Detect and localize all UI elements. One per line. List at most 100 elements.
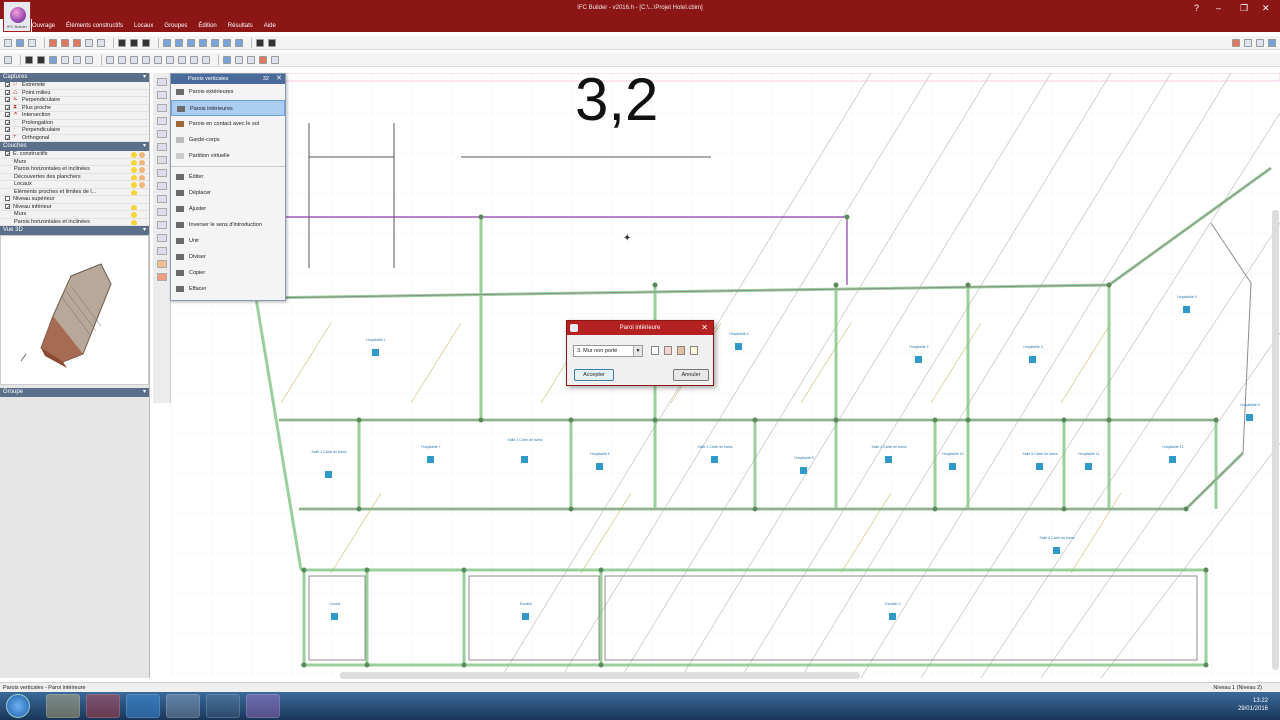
checkbox-icon[interactable]: ✓ xyxy=(5,119,11,126)
beam-tool-icon[interactable] xyxy=(156,169,167,177)
menu-item-exterior-walls[interactable]: Parois extérieures xyxy=(171,84,285,100)
info-icon[interactable] xyxy=(247,55,255,64)
maximize-icon[interactable]: ❐ xyxy=(1240,3,1248,13)
rotate-icon[interactable] xyxy=(130,55,138,64)
start-button[interactable] xyxy=(6,694,30,718)
menu-item-adjust[interactable]: Ajuster xyxy=(171,201,285,217)
visibility-icon[interactable] xyxy=(131,212,137,218)
grid-tool-icon[interactable] xyxy=(156,234,167,242)
heat-tool-icon[interactable] xyxy=(156,260,167,268)
new-document-icon[interactable] xyxy=(690,346,698,355)
column-tool-icon[interactable] xyxy=(156,182,167,190)
visibility-icon[interactable] xyxy=(131,182,137,188)
calculator-icon[interactable] xyxy=(126,694,160,718)
redo-icon[interactable] xyxy=(97,38,105,47)
capture-item[interactable]: ✓ □ Extrémité xyxy=(0,82,149,90)
pencil-icon[interactable] xyxy=(664,346,672,355)
cancel-button[interactable]: Annuler xyxy=(673,369,709,381)
menu-item-join[interactable]: Unir xyxy=(171,233,285,249)
explorer-icon[interactable] xyxy=(46,694,80,718)
visibility-icon[interactable] xyxy=(131,219,137,226)
zoom-in-icon[interactable] xyxy=(187,38,195,47)
checkbox-icon[interactable]: ✓ xyxy=(5,97,11,104)
visibility-icon[interactable] xyxy=(131,204,137,211)
wall-tool-icon[interactable] xyxy=(156,91,167,99)
line-icon[interactable] xyxy=(73,55,81,64)
snowflake-icon[interactable] xyxy=(206,694,240,718)
door-icon[interactable] xyxy=(61,55,69,64)
menu-item-ground-contact-walls[interactable]: Parois en contact avec le sol xyxy=(171,116,285,132)
window-icon[interactable] xyxy=(49,55,57,64)
print-icon[interactable] xyxy=(28,38,36,47)
check-icon[interactable] xyxy=(223,55,231,64)
view3d-viewport[interactable] xyxy=(0,235,149,385)
export-icon[interactable] xyxy=(1232,38,1240,47)
slab-icon[interactable] xyxy=(37,55,45,64)
menu-resultats[interactable]: Résultats xyxy=(228,23,253,29)
capture-item[interactable]: ✓ △ Point milieu xyxy=(0,89,149,97)
settings-icon[interactable] xyxy=(1244,38,1252,47)
layer-item[interactable]: Découvertes des planchers xyxy=(0,173,149,181)
capture-item[interactable]: ✓ ⊾ Perpendiculaire xyxy=(0,97,149,105)
layer-item[interactable]: Murs xyxy=(0,211,149,219)
pan-icon[interactable] xyxy=(223,38,231,47)
layer-item[interactable]: ✓ Niveau inférieur xyxy=(0,203,149,211)
save-icon[interactable] xyxy=(16,38,24,47)
menu-groupes[interactable]: Groupes xyxy=(164,23,187,29)
opening-tool-icon[interactable] xyxy=(156,117,167,125)
checkbox-icon[interactable]: ✓ xyxy=(5,134,11,141)
find-icon[interactable] xyxy=(268,38,276,47)
chevron-down-icon[interactable]: ▼ xyxy=(633,346,642,356)
slab-tool-icon[interactable] xyxy=(156,104,167,112)
menu-elements[interactable]: Éléments constructifs xyxy=(66,23,123,29)
menu-item-virtual-partition[interactable]: Partition virtuelle xyxy=(171,148,285,164)
drawing-canvas[interactable]: ✦ Hospitalité 1 Hospitalité 4 Hospitalité … xyxy=(171,73,1280,678)
open-icon[interactable] xyxy=(4,38,12,47)
checkbox-icon[interactable] xyxy=(5,196,10,202)
visibility-icon[interactable] xyxy=(131,174,137,181)
up-arrow-icon[interactable] xyxy=(118,38,126,47)
fire-tool-icon[interactable] xyxy=(156,273,167,281)
cut-icon[interactable] xyxy=(49,38,57,47)
checkbox-icon[interactable]: ✓ xyxy=(5,82,11,89)
layers-icon[interactable] xyxy=(271,55,279,64)
checkbox-icon[interactable]: ✓ xyxy=(5,127,11,134)
lock-icon[interactable] xyxy=(139,182,145,188)
copy-icon[interactable] xyxy=(61,38,69,47)
draw-icon[interactable] xyxy=(106,55,114,64)
trim-icon[interactable] xyxy=(154,55,162,64)
edit-icon[interactable] xyxy=(235,55,243,64)
visibility-icon[interactable] xyxy=(131,159,137,166)
stop-icon[interactable] xyxy=(259,55,267,64)
undo-icon[interactable] xyxy=(85,38,93,47)
layer-item[interactable]: Murs xyxy=(0,158,149,166)
zoom-out-icon[interactable] xyxy=(199,38,207,47)
menu-item-move[interactable]: Déplacer xyxy=(171,185,285,201)
menu-item-divide[interactable]: Diviser xyxy=(171,249,285,265)
visibility-icon[interactable] xyxy=(131,167,137,173)
capture-item[interactable]: ✓ ✕ Intersection xyxy=(0,112,149,120)
binoculars-icon[interactable] xyxy=(256,38,264,47)
down-arrow-icon[interactable] xyxy=(142,38,150,47)
roof-tool-icon[interactable] xyxy=(156,143,167,151)
stair-tool-icon[interactable] xyxy=(156,130,167,138)
wall-icon[interactable] xyxy=(25,55,33,64)
globe-icon[interactable] xyxy=(1268,38,1276,47)
vertical-scrollbar[interactable] xyxy=(1272,210,1279,670)
camera-icon[interactable] xyxy=(1256,38,1264,47)
close-icon[interactable]: ✕ xyxy=(701,321,708,335)
lock-icon[interactable] xyxy=(139,167,145,173)
checkbox-icon[interactable]: ✓ xyxy=(5,104,11,111)
menu-ouvrage[interactable]: Ouvrage xyxy=(32,23,55,29)
app-logo[interactable]: IFC Builder xyxy=(3,1,31,32)
edit-icon[interactable] xyxy=(651,346,659,355)
checkbox-icon[interactable]: ✓ xyxy=(5,203,11,210)
capture-item[interactable]: ✓ · Perpendiculaire xyxy=(0,127,149,135)
ifc-builder-icon[interactable] xyxy=(246,694,280,718)
lock-icon[interactable] xyxy=(139,174,145,181)
measure-icon[interactable] xyxy=(202,55,210,64)
array-icon[interactable] xyxy=(190,55,198,64)
capture-item[interactable]: ✓ · Prolongation xyxy=(0,119,149,127)
extend-icon[interactable] xyxy=(166,55,174,64)
media-icon[interactable] xyxy=(86,694,120,718)
